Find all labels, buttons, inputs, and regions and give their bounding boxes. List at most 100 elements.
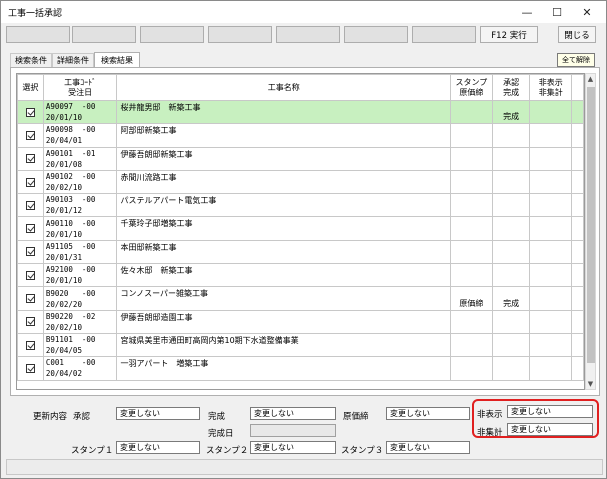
cost-close-select[interactable]: 変更しない [386, 407, 470, 420]
execute-button[interactable]: F12 実行 [480, 26, 538, 43]
maximize-button[interactable]: ☐ [543, 1, 571, 23]
table-row[interactable]: A90097 -00 20/01/10 桜井龍男邸 新築工事 完成 [17, 99, 584, 125]
job-code: C001 [45, 358, 64, 368]
stamp-cell [449, 309, 493, 334]
row-checkbox-cell[interactable] [17, 332, 44, 358]
col-header-code[interactable]: 工事ｺｰﾄﾞ 受注日 [42, 74, 118, 101]
approve-cell: 完成 [491, 286, 531, 311]
col-header-stamp[interactable]: スタンプ 原価締 [449, 74, 493, 101]
table-row[interactable]: B91101 -00 20/04/05 宮城県美里市通田町高岡内第10期下水道整備事業 [17, 332, 584, 358]
scroll-down-icon[interactable]: ▼ [586, 380, 595, 388]
checkbox-checked-icon[interactable] [25, 200, 35, 210]
checkbox-checked-icon[interactable] [25, 154, 35, 164]
stamp-cell [449, 99, 493, 125]
stamp3-label: スタンプ３ [341, 446, 384, 456]
spacer-cell [571, 99, 584, 125]
scroll-up-icon[interactable]: ▲ [586, 75, 595, 83]
tab-detail-conditions[interactable]: 詳細条件 [52, 53, 94, 67]
row-checkbox-cell[interactable] [17, 169, 44, 195]
complete-select[interactable]: 変更しない [250, 407, 336, 420]
fkey-button-6[interactable] [344, 26, 408, 43]
table-row[interactable]: A90103 -00 20/01/12 パステルアパート電気工事 [17, 193, 584, 218]
job-code: A90097 [45, 102, 73, 112]
tab-search-results[interactable]: 検索結果 [94, 52, 140, 68]
row-checkbox-cell[interactable] [17, 239, 44, 265]
close-button[interactable]: 閉じる [558, 26, 596, 43]
fkey-button-2[interactable] [72, 26, 136, 43]
table-row[interactable]: A90110 -00 20/01/10 千葉玲子邸増築工事 [17, 216, 584, 241]
checkbox-checked-icon[interactable] [25, 107, 35, 117]
fkey-button-5[interactable] [276, 26, 340, 43]
app-window: 工事一括承認 — ☐ ✕ F12 実行 閉じる 検索条件 詳細条件 検索結果 全… [0, 0, 607, 479]
checkbox-checked-icon[interactable] [25, 317, 35, 327]
job-code-suffix: -00 [81, 218, 96, 228]
job-code: B9020 [45, 288, 69, 298]
fkey-button-4[interactable] [208, 26, 272, 43]
col-header-select[interactable]: 選択 [17, 74, 44, 101]
col-header-hide[interactable]: 非表示 非集計 [529, 74, 573, 101]
complete-label: 完成 [208, 412, 226, 422]
hide-cell [529, 99, 573, 125]
clear-all-button[interactable]: 全て解除 [557, 53, 595, 67]
scrollbar-thumb[interactable] [587, 87, 595, 363]
approve-cell: 完成 [491, 99, 531, 125]
stamp-cell [449, 356, 493, 381]
order-date: 20/02/20 [45, 299, 82, 309]
table-row[interactable]: A90101 -01 20/01/08 伊藤吾朗邸新築工事 [17, 146, 584, 171]
table-row[interactable]: A90098 -00 20/04/01 阿部邸新築工事 [17, 123, 584, 148]
vertical-scrollbar[interactable]: ▲ ▼ [585, 73, 596, 390]
job-code-suffix: -02 [81, 311, 96, 321]
stamp-cell [449, 193, 493, 218]
order-date: 20/04/02 [45, 369, 82, 379]
fkey-button-7[interactable] [412, 26, 476, 43]
window-title: 工事一括承認 [8, 9, 63, 19]
job-name: 一羽アパート 増築工事 [116, 356, 451, 381]
approve-select[interactable]: 変更しない [116, 407, 200, 420]
table-row[interactable]: A91105 -00 20/01/31 本田邸新築工事 [17, 239, 584, 265]
row-checkbox-cell[interactable] [17, 309, 44, 334]
checkbox-checked-icon[interactable] [25, 363, 35, 373]
table-row[interactable]: B90220 -02 20/02/10 伊藤吾朗邸造園工事 [17, 309, 584, 334]
stamp1-select[interactable]: 変更しない [116, 441, 200, 454]
code-cell: A90102 -00 20/02/10 [42, 169, 118, 195]
job-code-suffix: -00 [81, 358, 96, 368]
row-checkbox-cell[interactable] [17, 286, 44, 311]
row-checkbox-cell[interactable] [17, 99, 44, 125]
close-window-button[interactable]: ✕ [573, 1, 601, 23]
table-row[interactable]: A92100 -00 20/01/10 佐々木邸 新築工事 [17, 263, 584, 288]
code-cell: A92100 -00 20/01/10 [42, 263, 118, 288]
fkey-button-3[interactable] [140, 26, 204, 43]
checkbox-checked-icon[interactable] [25, 224, 35, 234]
spacer-cell [571, 169, 584, 195]
header-date-label: 受注日 [68, 87, 93, 97]
checkbox-checked-icon[interactable] [25, 294, 35, 304]
col-header-approve[interactable]: 承認 完成 [491, 74, 531, 101]
row-checkbox-cell[interactable] [17, 216, 44, 241]
job-code-suffix: -00 [81, 288, 96, 298]
stamp2-select[interactable]: 変更しない [250, 441, 336, 454]
row-checkbox-cell[interactable] [17, 146, 44, 171]
complete-date-field[interactable] [250, 424, 336, 437]
tab-search-conditions[interactable]: 検索条件 [10, 53, 52, 67]
checkbox-checked-icon[interactable] [25, 340, 35, 350]
checkbox-checked-icon[interactable] [25, 130, 35, 140]
row-checkbox-cell[interactable] [17, 356, 44, 381]
row-checkbox-cell[interactable] [17, 123, 44, 148]
table-row[interactable]: B9020 -00 20/02/20 コンノスーパー雑築工事 原価締 完成 [17, 286, 584, 311]
col-header-name[interactable]: 工事名称 [116, 74, 451, 101]
spacer-cell [571, 263, 584, 288]
table-row[interactable]: A90102 -00 20/02/10 赤間川流路工事 [17, 169, 584, 195]
row-checkbox-cell[interactable] [17, 193, 44, 218]
fkey-button-1[interactable] [6, 26, 70, 43]
row-checkbox-cell[interactable] [17, 263, 44, 288]
stamp3-select[interactable]: 変更しない [386, 441, 470, 454]
minimize-button[interactable]: — [513, 1, 541, 23]
table-row[interactable]: C001 -00 20/04/02 一羽アパート 増築工事 [17, 356, 584, 381]
job-name: 本田邸新築工事 [116, 239, 451, 265]
checkbox-checked-icon[interactable] [25, 177, 35, 187]
checkbox-checked-icon[interactable] [25, 270, 35, 280]
checkbox-checked-icon[interactable] [25, 247, 35, 257]
spacer-cell [571, 146, 584, 171]
hide-cell [529, 216, 573, 241]
code-cell: B91101 -00 20/04/05 [42, 332, 118, 358]
